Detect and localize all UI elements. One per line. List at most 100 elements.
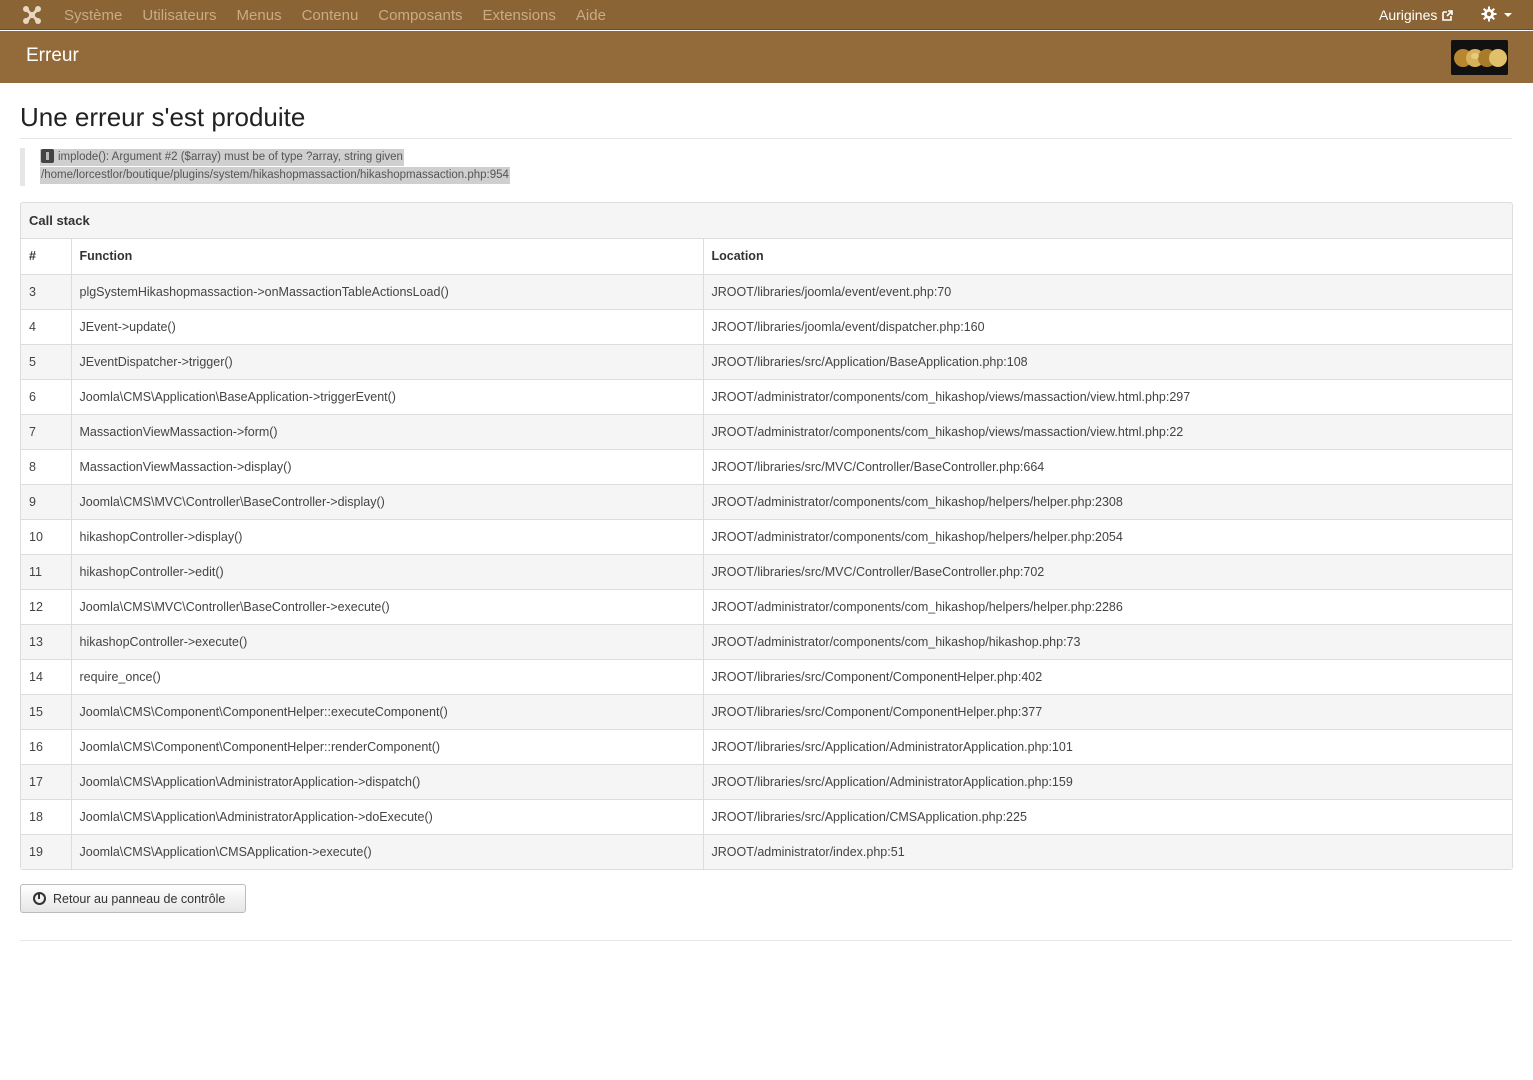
row-function: MassactionViewMassaction->form(): [71, 413, 704, 449]
row-function: JEvent->update(): [71, 308, 704, 344]
row-num: 15: [21, 693, 72, 729]
menu-item-utilisateurs[interactable]: Utilisateurs: [142, 7, 216, 24]
table-row: 8 MassactionViewMassaction->display() JROO…: [21, 448, 1512, 484]
dashboard-icon: [33, 892, 46, 905]
error-heading: Une erreur s'est produite: [20, 102, 306, 132]
row-function: MassactionViewMassaction->display(): [71, 448, 704, 484]
row-num: 19: [21, 833, 72, 869]
row-location: JROOT/libraries/src/Application/CMSAppli…: [703, 798, 1512, 834]
row-num: 16: [21, 728, 72, 764]
row-num: 5: [21, 343, 72, 379]
top-navbar: Système Utilisateurs Menus Contenu Compo…: [0, 0, 1533, 30]
table-row: 12 Joomla\CMS\MVC\Controller\BaseControll…: [21, 588, 1512, 624]
menu-item-aide[interactable]: Aide: [576, 7, 606, 24]
column-header-location: Location: [703, 239, 1512, 274]
table-row: 5 JEventDispatcher->trigger() JROOT/librar…: [21, 343, 1512, 379]
row-num: 9: [21, 483, 72, 519]
row-function: Joomla\CMS\Application\BaseApplication->…: [71, 378, 704, 414]
row-location: JROOT/libraries/joomla/event/event.php:7…: [703, 273, 1512, 309]
main-menu: Système Utilisateurs Menus Contenu Compo…: [64, 0, 626, 30]
error-message: implode(): Argument #2 ($array) must be …: [58, 151, 403, 163]
row-function: hikashopController->edit(): [71, 553, 704, 589]
row-location: JROOT/libraries/src/Application/Administ…: [703, 763, 1512, 799]
warning-icon: [41, 149, 54, 163]
column-header-function: Function: [71, 239, 704, 274]
external-link-icon: [1442, 9, 1454, 21]
error-path: /home/lorcestlor/boutique/plugins/system…: [40, 167, 510, 184]
gear-icon[interactable]: [1481, 6, 1497, 22]
menu-item-composants[interactable]: Composants: [378, 7, 462, 24]
site-logo: [1451, 40, 1508, 75]
row-function: Joomla\CMS\Component\ComponentHelper::ex…: [71, 693, 704, 729]
joomla-logo-icon[interactable]: [22, 5, 42, 25]
row-location: JROOT/libraries/joomla/event/dispatcher.…: [703, 308, 1512, 344]
row-num: 12: [21, 588, 72, 624]
back-button-label: Retour au panneau de contrôle: [53, 891, 226, 906]
row-function: Joomla\CMS\Application\AdministratorAppl…: [71, 798, 704, 834]
row-function: require_once(): [71, 658, 704, 694]
site-link[interactable]: Aurigines: [1379, 0, 1454, 30]
row-num: 13: [21, 623, 72, 659]
table-row: 6 Joomla\CMS\Application\BaseApplication-…: [21, 378, 1512, 414]
menu-item-extensions[interactable]: Extensions: [483, 7, 556, 24]
table-row: 14 require_once() JROOT/libraries/src/Comp…: [21, 658, 1512, 694]
row-num: 4: [21, 308, 72, 344]
row-location: JROOT/administrator/components/com_hikas…: [703, 483, 1512, 519]
row-num: 10: [21, 518, 72, 554]
row-function: plgSystemHikashopmassaction->onMassactio…: [71, 273, 704, 309]
back-to-control-panel-button[interactable]: Retour au panneau de contrôle: [20, 884, 246, 913]
row-location: JROOT/administrator/components/com_hikas…: [703, 623, 1512, 659]
table-row: 4 JEvent->update() JROOT/libraries/joomla/…: [21, 308, 1512, 344]
row-num: 7: [21, 413, 72, 449]
row-location: JROOT/administrator/components/com_hikas…: [703, 413, 1512, 449]
page-title: Erreur: [26, 45, 79, 66]
row-function: Joomla\CMS\MVC\Controller\BaseController…: [71, 483, 704, 519]
table-row: 15 Joomla\CMS\Component\ComponentHelper::…: [21, 693, 1512, 729]
menu-item-systeme[interactable]: Système: [64, 7, 122, 24]
chevron-down-icon[interactable]: [1504, 13, 1512, 17]
site-name: Aurigines: [1379, 7, 1438, 23]
table-header-row: # Function Location: [21, 239, 1512, 274]
row-num: 17: [21, 763, 72, 799]
row-num: 18: [21, 798, 72, 834]
row-function: Joomla\CMS\MVC\Controller\BaseController…: [71, 588, 704, 624]
table-row: 10 hikashopController->display() JROOT/adm…: [21, 518, 1512, 554]
row-function: Joomla\CMS\Component\ComponentHelper::re…: [71, 728, 704, 764]
row-function: hikashopController->display(): [71, 518, 704, 554]
divider: [20, 138, 1512, 139]
call-stack-panel: Call stack # Function Location 3 plgSyste…: [20, 202, 1513, 870]
table-row: 9 Joomla\CMS\MVC\Controller\BaseControlle…: [21, 483, 1512, 519]
menu-item-menus[interactable]: Menus: [237, 7, 282, 24]
table-row: 11 hikashopController->edit() JROOT/librar…: [21, 553, 1512, 589]
row-location: JROOT/administrator/components/com_hikas…: [703, 518, 1512, 554]
row-location: JROOT/libraries/src/MVC/Controller/BaseC…: [703, 553, 1512, 589]
divider: [20, 940, 1512, 941]
column-header-num: #: [21, 239, 72, 274]
row-num: 11: [21, 553, 72, 589]
table-row: 3 plgSystemHikashopmassaction->onMassacti…: [21, 273, 1512, 309]
row-function: hikashopController->execute(): [71, 623, 704, 659]
call-stack-title: Call stack: [21, 203, 1512, 239]
row-num: 14: [21, 658, 72, 694]
row-location: JROOT/administrator/components/com_hikas…: [703, 588, 1512, 624]
table-row: 19 Joomla\CMS\Application\CMSApplication-…: [21, 833, 1512, 869]
table-row: 13 hikashopController->execute() JROOT/adm…: [21, 623, 1512, 659]
row-num: 3: [21, 273, 72, 309]
call-stack-table: # Function Location 3 plgSystemHikashopma…: [21, 239, 1512, 869]
row-function: Joomla\CMS\Application\AdministratorAppl…: [71, 763, 704, 799]
title-bar: Erreur: [0, 31, 1533, 83]
row-location: JROOT/libraries/src/Application/Administ…: [703, 728, 1512, 764]
row-location: JROOT/libraries/src/Component/ComponentH…: [703, 658, 1512, 694]
table-row: 16 Joomla\CMS\Component\ComponentHelper::…: [21, 728, 1512, 764]
row-num: 8: [21, 448, 72, 484]
row-location: JROOT/libraries/src/MVC/Controller/BaseC…: [703, 448, 1512, 484]
error-message-line: implode(): Argument #2 ($array) must be …: [40, 149, 404, 166]
table-row: 17 Joomla\CMS\Application\AdministratorAp…: [21, 763, 1512, 799]
row-function: JEventDispatcher->trigger(): [71, 343, 704, 379]
row-num: 6: [21, 378, 72, 414]
table-row: 7 MassactionViewMassaction->form() JROOT/a…: [21, 413, 1512, 449]
row-location: JROOT/libraries/src/Application/BaseAppl…: [703, 343, 1512, 379]
row-function: Joomla\CMS\Application\CMSApplication->e…: [71, 833, 704, 869]
menu-item-contenu[interactable]: Contenu: [302, 7, 359, 24]
row-location: JROOT/administrator/components/com_hikas…: [703, 378, 1512, 414]
